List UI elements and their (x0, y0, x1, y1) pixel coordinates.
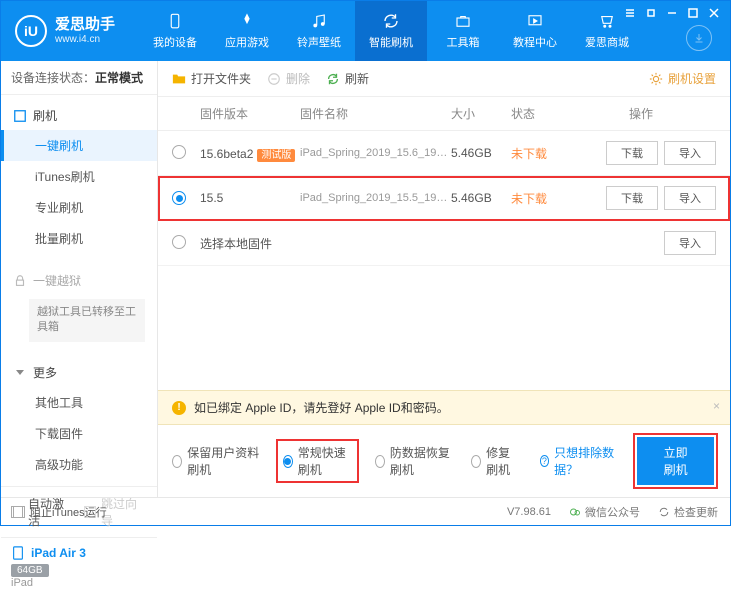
cart-icon (598, 12, 616, 30)
firmware-row[interactable]: 15.5 iPad_Spring_2019_15.5_19F77_Restore… (158, 176, 730, 221)
opt-anti-recovery[interactable]: 防数据恢复刷机 (375, 444, 453, 478)
info-exclude[interactable]: ?只想排除数据？ (540, 444, 618, 478)
col-name: 固件名称 (300, 105, 451, 122)
nav-flash[interactable]: 智能刷机 (355, 1, 427, 61)
sidebar-item-advanced[interactable]: 高级功能 (1, 449, 157, 480)
col-size: 大小 (451, 105, 511, 122)
refresh-icon (382, 12, 400, 30)
sidebar-item-batch-flash[interactable]: 批量刷机 (1, 223, 157, 254)
refresh-button[interactable]: 刷新 (326, 70, 369, 87)
storage-badge: 64GB (11, 564, 49, 577)
sidebar: 设备连接状态：正常模式 刷机 一键刷机 iTunes刷机 专业刷机 批量刷机 一… (1, 61, 158, 497)
skin-button[interactable] (641, 5, 661, 21)
download-button[interactable]: 下载 (606, 186, 658, 210)
sidebar-item-pro-flash[interactable]: 专业刷机 (1, 192, 157, 223)
lock-icon (13, 274, 27, 288)
check-update-link[interactable]: 检查更新 (658, 504, 718, 520)
beta-tag: 测试版 (257, 149, 295, 162)
nav-ringtones[interactable]: 铃声壁纸 (283, 1, 355, 61)
col-version: 固件版本 (200, 105, 300, 122)
titlebar: iU 爱思助手 www.i4.cn 我的设备 应用游戏 铃声壁纸 智能刷机 工具… (1, 1, 730, 61)
app-title: 爱思助手 (55, 16, 115, 34)
toolbox-icon (454, 12, 472, 30)
row-radio[interactable] (172, 145, 186, 159)
sidebar-item-itunes-flash[interactable]: iTunes刷机 (1, 161, 157, 192)
delete-button[interactable]: 删除 (267, 70, 310, 87)
local-firmware-row[interactable]: 选择本地固件 导入 (158, 221, 730, 266)
jailbreak-moved-note: 越狱工具已转移至工具箱 (29, 299, 145, 342)
col-status: 状态 (511, 105, 566, 122)
nav-toolbox[interactable]: 工具箱 (427, 1, 499, 61)
sidebar-group-more[interactable]: 更多 (1, 358, 157, 387)
phone-icon (166, 12, 184, 30)
download-button[interactable]: 下载 (606, 141, 658, 165)
row-radio[interactable] (172, 235, 186, 249)
opt-repair[interactable]: 修复刷机 (471, 444, 522, 478)
import-button[interactable]: 导入 (664, 141, 716, 165)
flash-now-button[interactable]: 立即刷机 (637, 437, 714, 485)
close-icon[interactable]: × (713, 399, 720, 413)
app-logo: iU 爱思助手 www.i4.cn (1, 1, 129, 61)
toolbar: 打开文件夹 删除 刷新 刷机设置 (158, 61, 730, 97)
sidebar-group-flash[interactable]: 刷机 (1, 101, 157, 130)
col-ops: 操作 (566, 105, 716, 122)
maximize-button[interactable] (683, 5, 703, 21)
square-icon (13, 109, 27, 123)
block-itunes-checkbox[interactable]: 阻止iTunes运行 (13, 504, 107, 520)
apple-id-notice: ! 如已绑定 Apple ID，请先登好 Apple ID和密码。 × (158, 390, 730, 425)
table-header: 固件版本 固件名称 大小 状态 操作 (158, 97, 730, 131)
nav-tutorials[interactable]: 教程中心 (499, 1, 571, 61)
sidebar-item-other-tools[interactable]: 其他工具 (1, 387, 157, 418)
app-icon (238, 12, 256, 30)
device-connection-status: 设备连接状态：正常模式 (1, 61, 157, 95)
opt-keep-data[interactable]: 保留用户资料刷机 (172, 444, 260, 478)
flash-options: 保留用户资料刷机 常规快速刷机 防数据恢复刷机 修复刷机 ?只想排除数据？ 立即… (158, 425, 730, 497)
device-card[interactable]: iPad Air 3 64GB iPad (1, 537, 157, 597)
version-label: V7.98.61 (507, 506, 551, 518)
wechat-link[interactable]: 微信公众号 (569, 504, 640, 520)
close-button[interactable] (704, 5, 724, 21)
row-radio[interactable] (172, 191, 186, 205)
warning-icon: ! (172, 401, 186, 415)
play-icon (526, 12, 544, 30)
flash-settings-button[interactable]: 刷机设置 (649, 70, 716, 87)
sidebar-item-oneclick-flash[interactable]: 一键刷机 (1, 130, 157, 161)
menu-button[interactable] (620, 5, 640, 21)
statusbar: 阻止iTunes运行 V7.98.61 微信公众号 检查更新 (1, 497, 730, 525)
sidebar-item-download-firmware[interactable]: 下载固件 (1, 418, 157, 449)
app-subtitle: www.i4.cn (55, 34, 115, 46)
music-icon (310, 12, 328, 30)
download-manager-button[interactable] (686, 25, 712, 51)
logo-icon: iU (15, 15, 47, 47)
main-nav: 我的设备 应用游戏 铃声壁纸 智能刷机 工具箱 教程中心 爱思商城 (139, 1, 643, 61)
sidebar-group-jailbreak[interactable]: 一键越狱 (1, 266, 157, 295)
nav-apps[interactable]: 应用游戏 (211, 1, 283, 61)
opt-normal-fast[interactable]: 常规快速刷机 (278, 441, 357, 481)
open-folder-button[interactable]: 打开文件夹 (172, 70, 251, 87)
import-button[interactable]: 导入 (664, 231, 716, 255)
tablet-icon (11, 546, 25, 560)
firmware-row[interactable]: 15.6beta2测试版 iPad_Spring_2019_15.6_19G50… (158, 131, 730, 176)
info-icon: ? (540, 455, 550, 467)
chevron-down-icon (13, 365, 27, 379)
nav-my-device[interactable]: 我的设备 (139, 1, 211, 61)
minimize-button[interactable] (662, 5, 682, 21)
import-button[interactable]: 导入 (664, 186, 716, 210)
